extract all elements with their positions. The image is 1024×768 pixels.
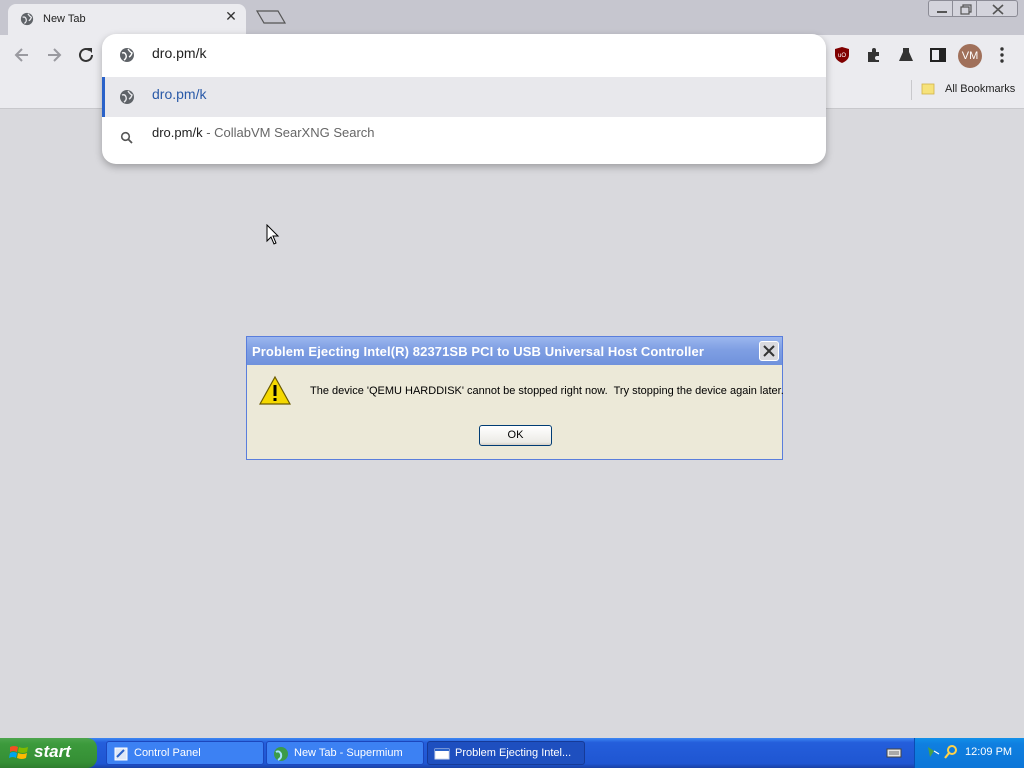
task-label: Control Panel	[134, 747, 201, 759]
kebab-menu-icon[interactable]	[994, 46, 1010, 64]
globe-icon	[120, 48, 134, 62]
keyboard-icon[interactable]	[886, 746, 902, 760]
selection-indicator	[102, 77, 105, 117]
browser-globe-icon	[274, 747, 288, 761]
dialog-title: Problem Ejecting Intel(R) 82371SB PCI to…	[252, 344, 704, 359]
side-panel-icon[interactable]	[929, 46, 947, 64]
taskbar: start Control Panel New Tab - Supermium …	[0, 738, 1024, 768]
tab-strip: New Tab ✕	[0, 0, 1024, 35]
warning-icon	[259, 375, 291, 405]
search-icon	[120, 131, 133, 144]
close-icon	[763, 345, 775, 357]
network-icon[interactable]	[925, 744, 941, 760]
address-input[interactable]: dro.pm/k	[152, 45, 206, 61]
windows-logo-icon	[9, 746, 28, 759]
new-tab-icon[interactable]	[254, 8, 288, 26]
restore-button[interactable]	[952, 0, 978, 17]
ublock-icon[interactable]: uO	[833, 46, 851, 64]
task-label: Problem Ejecting Intel...	[455, 747, 572, 759]
reload-icon[interactable]	[74, 43, 98, 67]
taskbar-item-control-panel[interactable]: Control Panel	[106, 741, 264, 765]
window-close-button[interactable]	[976, 0, 1018, 17]
minimize-button[interactable]	[928, 0, 954, 17]
dialog-titlebar[interactable]: Problem Ejecting Intel(R) 82371SB PCI to…	[247, 337, 782, 365]
search-icon[interactable]	[943, 744, 959, 760]
tab-close-icon[interactable]: ✕	[223, 8, 239, 24]
globe-icon	[20, 12, 34, 26]
start-label: start	[34, 742, 71, 761]
extensions-puzzle-icon[interactable]	[865, 46, 883, 64]
bookmarks-separator	[911, 80, 912, 100]
forward-arrow-icon[interactable]	[42, 43, 66, 67]
tab-title: New Tab	[43, 13, 86, 25]
control-panel-icon	[114, 747, 128, 761]
profile-avatar[interactable]: VM	[958, 44, 982, 68]
svg-text:uO: uO	[838, 53, 846, 59]
globe-icon	[120, 90, 134, 104]
flask-icon[interactable]	[897, 46, 915, 64]
suggestion-item[interactable]: dro.pm/k	[102, 77, 826, 117]
tab-new-tab[interactable]: New Tab ✕	[8, 4, 246, 35]
back-arrow-icon[interactable]	[10, 43, 34, 67]
ok-button[interactable]: OK	[479, 425, 552, 446]
suggestion-query: dro.pm/k	[152, 125, 203, 140]
close-icon	[992, 4, 1004, 15]
suggestion-item[interactable]: dro.pm/k - CollabVM SearXNG Search	[102, 117, 826, 157]
dialog-close-button[interactable]	[759, 341, 779, 361]
error-dialog: Problem Ejecting Intel(R) 82371SB PCI to…	[246, 336, 784, 460]
task-label: New Tab - Supermium	[294, 747, 403, 759]
taskbar-item-browser[interactable]: New Tab - Supermium	[266, 741, 424, 765]
start-button[interactable]: start	[0, 738, 97, 768]
suggestion-engine: - CollabVM SearXNG Search	[202, 125, 375, 140]
dialog-message: The device 'QEMU HARDDISK' cannot be sto…	[310, 385, 784, 397]
folder-icon	[921, 83, 935, 95]
window-icon	[434, 748, 450, 760]
omnibox-input-row[interactable]: dro.pm/k	[102, 34, 826, 76]
system-tray: 12:09 PM	[914, 738, 1024, 768]
omnibox-dropdown: dro.pm/k dro.pm/k dro.pm/k - CollabVM Se…	[102, 34, 826, 164]
all-bookmarks-button[interactable]: All Bookmarks	[945, 83, 1015, 95]
mouse-cursor-icon	[266, 224, 280, 245]
suggestion-url: dro.pm/k	[152, 86, 207, 102]
suggestion-search-text: dro.pm/k - CollabVM SearXNG Search	[152, 125, 375, 140]
taskbar-item-dialog[interactable]: Problem Ejecting Intel...	[427, 741, 585, 765]
clock: 12:09 PM	[965, 746, 1013, 758]
